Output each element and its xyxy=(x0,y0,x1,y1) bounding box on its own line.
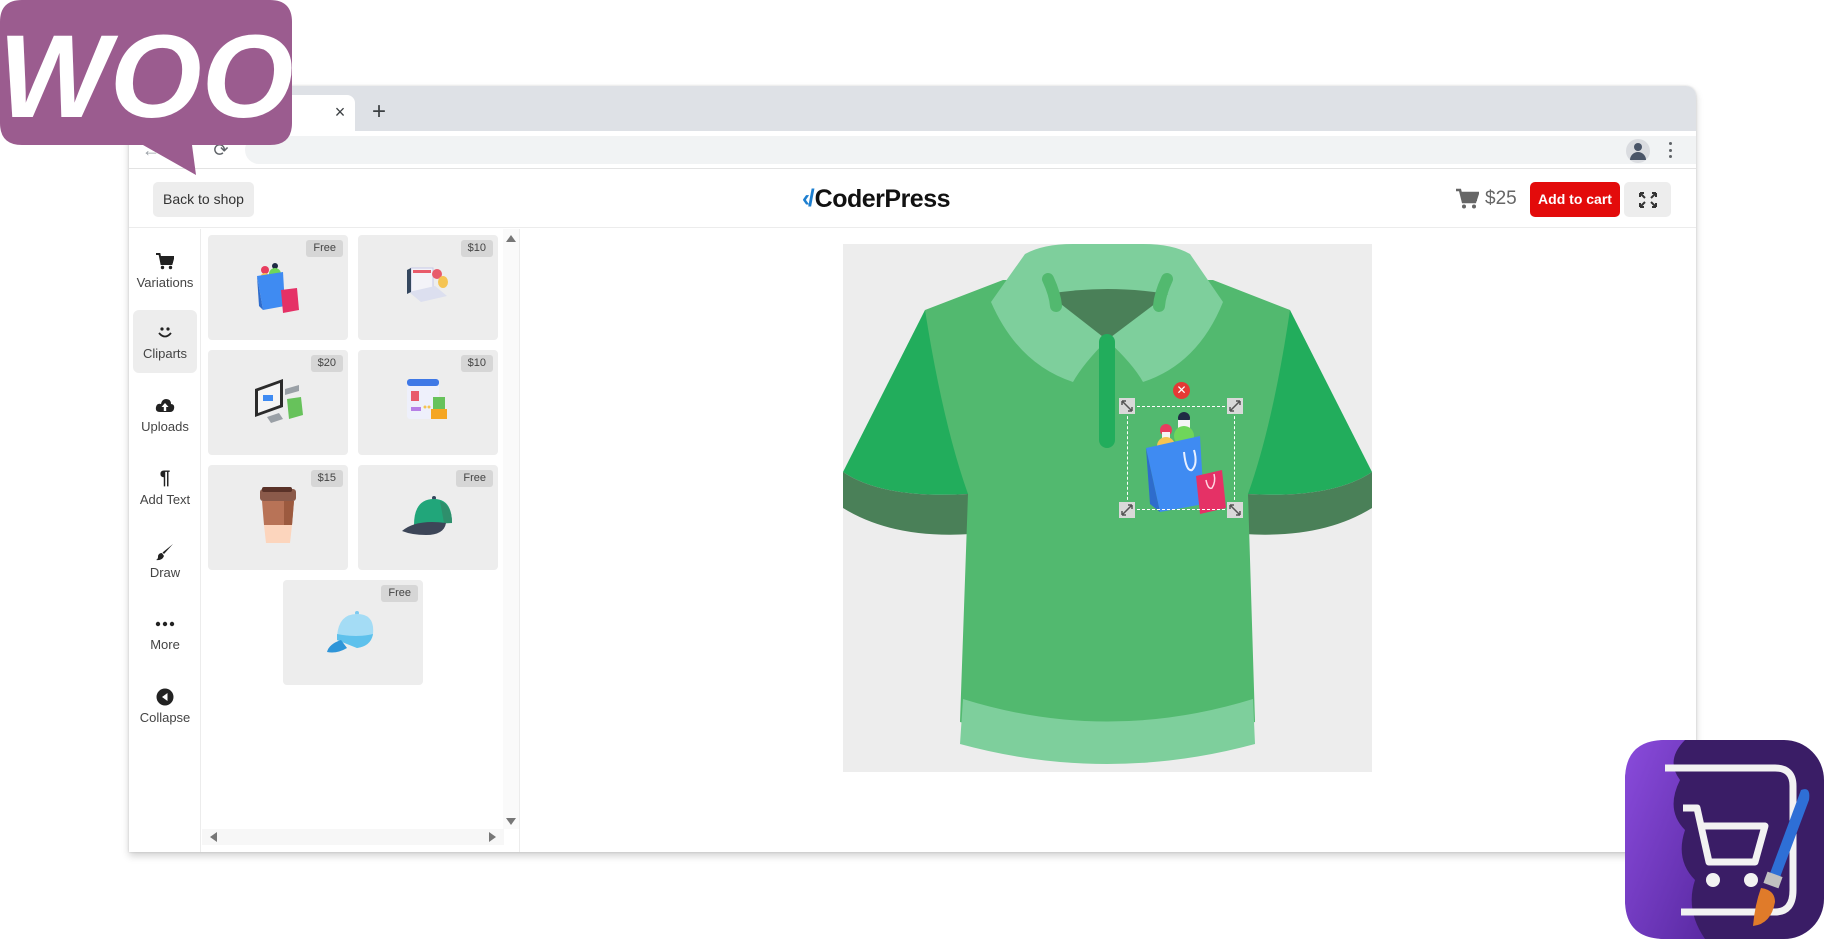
woocommerce-logo: WOO xyxy=(0,0,293,175)
add-to-cart-button[interactable]: Add to cart xyxy=(1530,182,1620,217)
sidebar-item-more[interactable]: More xyxy=(133,601,197,664)
delete-clipart-icon[interactable]: ✕ xyxy=(1173,382,1190,399)
sidebar-label: Draw xyxy=(149,564,181,580)
resize-handle-bottom-left-icon[interactable] xyxy=(1119,502,1135,518)
brand-name: CoderPress xyxy=(814,184,951,213)
price-badge: $20 xyxy=(310,355,343,372)
resize-handle-bottom-right-icon[interactable] xyxy=(1227,502,1243,518)
clipart-item-blue-cap[interactable]: Free xyxy=(283,580,423,685)
cloud-upload-icon xyxy=(155,396,175,416)
cart-icon xyxy=(1456,188,1479,209)
address-bar[interactable]: ☆ xyxy=(245,136,1696,164)
sidebar-label: Uploads xyxy=(141,418,189,434)
browser-menu-icon[interactable] xyxy=(1665,140,1675,160)
price-badge: Free xyxy=(456,470,493,487)
cart-icon xyxy=(156,252,174,272)
price-badge: $15 xyxy=(310,470,343,487)
clipart-item-web-shop[interactable]: $10 xyxy=(358,350,498,455)
brand-logo: ‹/ CoderPress xyxy=(802,184,951,214)
price-badge: Free xyxy=(381,585,418,602)
selected-clipart-bounding-box[interactable]: ✕ xyxy=(1119,382,1243,518)
price-badge: $10 xyxy=(460,240,493,257)
sidebar-item-add-text[interactable]: ¶ Add Text xyxy=(133,456,197,519)
clipart-panel: Free $10 $20 $10 $15 Free Free xyxy=(202,229,520,852)
cart-total: $25 xyxy=(1455,184,1517,214)
resize-handle-top-right-icon[interactable] xyxy=(1227,398,1243,414)
resize-handle-top-left-icon[interactable] xyxy=(1119,398,1135,414)
price-badge: $10 xyxy=(460,355,493,372)
sidebar-label: Collapse xyxy=(139,709,191,725)
scroll-down-arrow-icon[interactable] xyxy=(506,818,516,825)
tab-bar: × + xyxy=(129,86,1696,131)
ellipsis-icon xyxy=(155,614,175,634)
paintbrush-icon xyxy=(156,542,174,562)
sidebar-item-cliparts[interactable]: Cliparts xyxy=(133,310,197,373)
scroll-left-arrow-icon[interactable] xyxy=(210,832,217,842)
clipart-vertical-scrollbar[interactable] xyxy=(503,229,519,829)
shopping-bags-icon xyxy=(257,263,299,313)
laptop-chat-icon xyxy=(407,267,448,302)
sidebar-item-variations[interactable]: Variations xyxy=(133,239,197,302)
design-canvas[interactable]: ✕ xyxy=(843,244,1372,772)
collapse-left-icon xyxy=(156,687,174,707)
coffee-cup-icon xyxy=(260,487,296,543)
fullscreen-button[interactable] xyxy=(1624,182,1671,217)
green-cap-icon xyxy=(402,496,452,535)
profile-avatar-icon[interactable] xyxy=(1626,139,1650,163)
expand-icon xyxy=(1638,191,1657,208)
web-shop-icon xyxy=(407,379,447,419)
address-row: ← → ⟳ ☆ xyxy=(129,131,1696,169)
clipart-item-shopping-bags[interactable]: Free xyxy=(208,235,348,340)
back-to-shop-button[interactable]: Back to shop xyxy=(153,182,254,217)
cart-total-amount: $25 xyxy=(1485,188,1517,209)
tab-close-icon[interactable]: × xyxy=(329,101,351,123)
sidebar-item-draw[interactable]: Draw xyxy=(133,529,197,592)
polo-shirt-image xyxy=(843,244,1372,764)
clipart-item-laptop-chat[interactable]: $10 xyxy=(358,235,498,340)
smiley-icon xyxy=(156,323,174,343)
new-tab-button[interactable]: + xyxy=(367,100,391,125)
sidebar-item-collapse[interactable]: Collapse xyxy=(133,674,197,737)
scroll-right-arrow-icon[interactable] xyxy=(489,832,496,842)
tool-sidebar: Variations Cliparts Uploads ¶ Add Text D… xyxy=(129,229,201,852)
clipart-item-green-cap[interactable]: Free xyxy=(358,465,498,570)
sidebar-label: Variations xyxy=(136,274,194,290)
sidebar-label: More xyxy=(150,636,180,652)
app-logo-cart-paintbrush-icon xyxy=(1625,740,1824,939)
sidebar-label: Cliparts xyxy=(142,345,188,361)
scroll-up-arrow-icon[interactable] xyxy=(506,235,516,242)
blue-cap-icon xyxy=(327,611,374,653)
monitor-basket-icon xyxy=(255,379,303,423)
browser-window: × + ← → ⟳ ☆ Back to shop ‹/ CoderPress xyxy=(129,86,1696,852)
sidebar-label: Add Text xyxy=(139,491,191,507)
sidebar-item-uploads[interactable]: Uploads xyxy=(133,383,197,446)
pilcrow-icon: ¶ xyxy=(159,467,171,489)
woo-logo-text: WOO xyxy=(0,11,292,143)
app-header: Back to shop ‹/ CoderPress $25 Add to ca… xyxy=(129,170,1696,228)
clipart-item-monitor-basket[interactable]: $20 xyxy=(208,350,348,455)
clipart-item-coffee-cup[interactable]: $15 xyxy=(208,465,348,570)
clipart-horizontal-scrollbar[interactable] xyxy=(202,829,504,845)
brand-mark-icon: ‹/ xyxy=(802,185,815,212)
price-badge: Free xyxy=(306,240,343,257)
